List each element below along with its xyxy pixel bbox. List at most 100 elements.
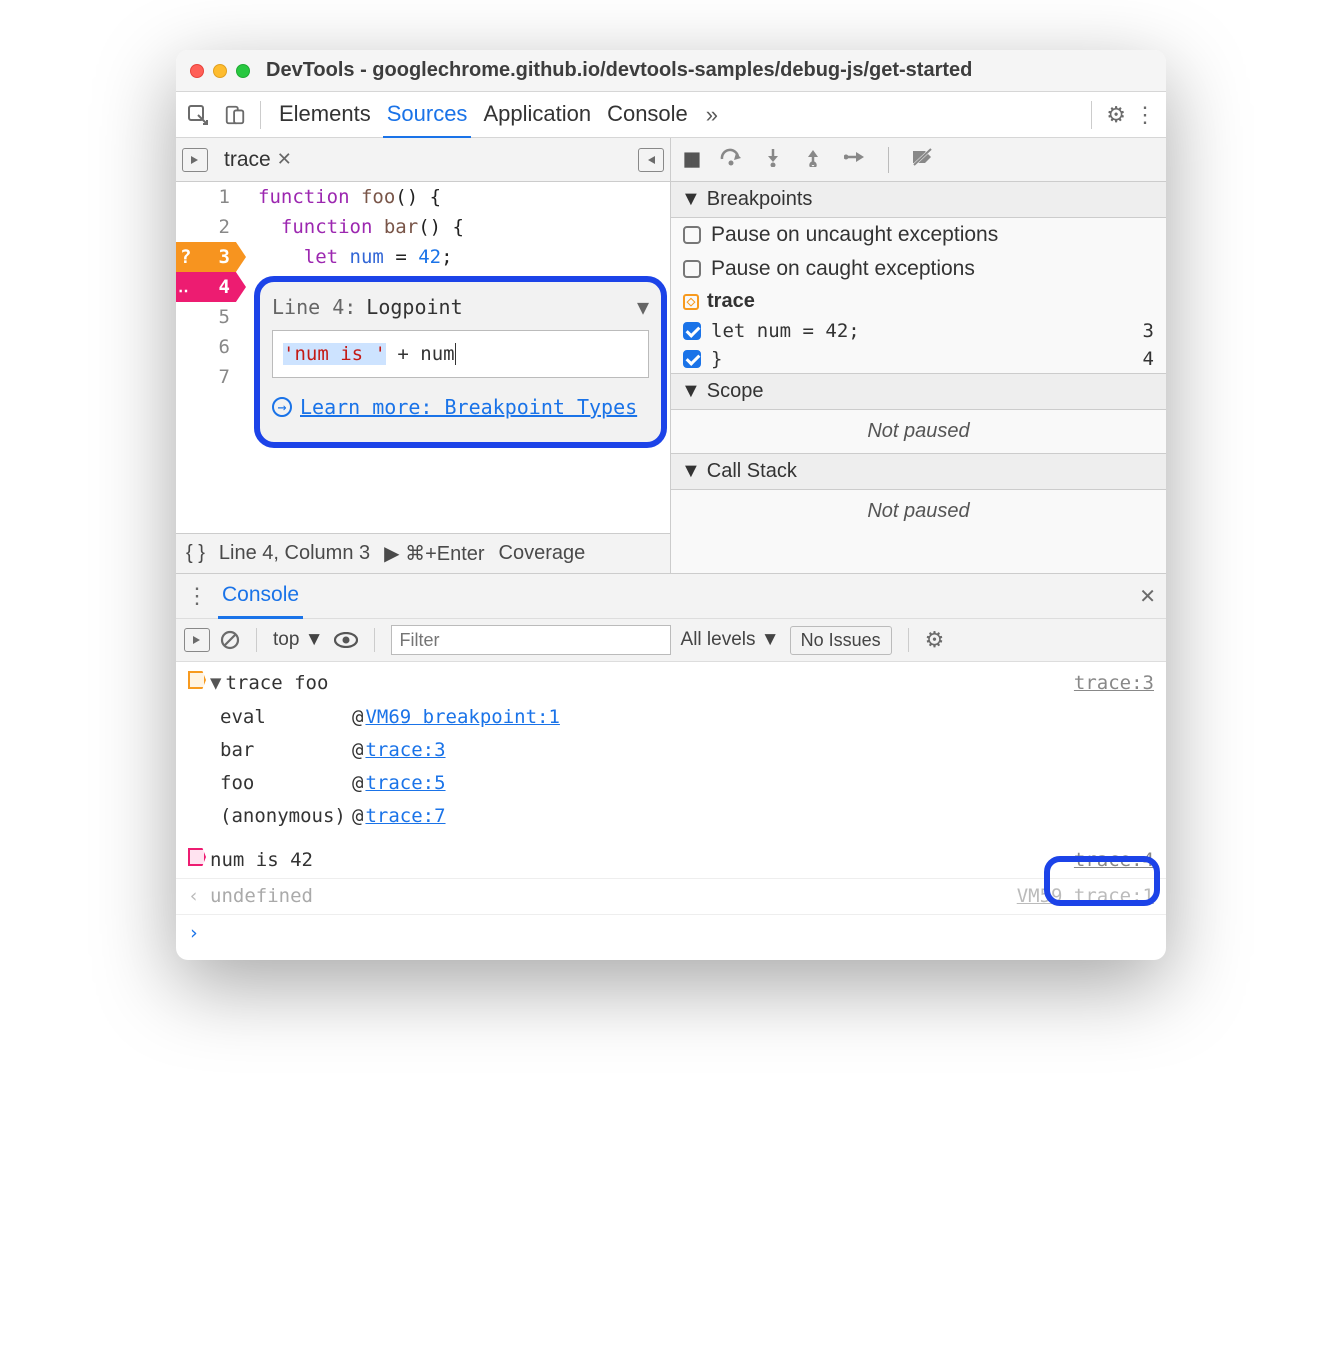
inspect-icon[interactable] <box>186 103 210 127</box>
stack-frame-row[interactable]: bar@ trace:3 <box>176 734 1166 767</box>
main-toolbar: Elements Sources Application Console » ⚙… <box>176 92 1166 138</box>
console-drawer: ⋮ Console ✕ top ▼ All levels ▼ No Issues… <box>176 573 1166 960</box>
sources-footer: { } Line 4, Column 3 ▶ ⌘+Enter Coverage <box>176 533 670 573</box>
logpoint-badge-icon <box>188 848 206 866</box>
sources-tab-bar: trace ✕ <box>176 138 670 182</box>
device-toggle-icon[interactable] <box>224 104 246 126</box>
stack-frame-link[interactable]: trace:5 <box>365 767 445 800</box>
code-line[interactable]: function foo() { <box>258 182 670 212</box>
breakpoint-line-row[interactable]: let num = 42;3 <box>671 317 1166 345</box>
gutter-line[interactable]: 6 <box>176 332 246 362</box>
step-out-icon[interactable] <box>804 147 822 173</box>
traffic-lights <box>190 64 250 78</box>
log-source-link[interactable]: trace:4 <box>1074 844 1154 877</box>
step-over-icon[interactable] <box>720 147 742 173</box>
scope-not-paused: Not paused <box>671 410 1166 453</box>
console-trace-row[interactable]: ▼ trace foo trace:3 <box>176 666 1166 701</box>
console-sidebar-toggle-icon[interactable] <box>184 628 210 652</box>
open-file-tab[interactable]: trace ✕ <box>218 148 298 172</box>
window-title: DevTools - googlechrome.github.io/devtoo… <box>266 59 972 82</box>
gutter-line[interactable]: 7 <box>176 362 246 392</box>
run-snippet[interactable]: ▶ ⌘+Enter <box>384 541 484 566</box>
stack-frame-link[interactable]: trace:3 <box>365 734 445 767</box>
logpoint-expression-input[interactable]: 'num is ' + num <box>272 330 649 378</box>
gutter-line[interactable]: 5 <box>176 302 246 332</box>
console-toolbar: top ▼ All levels ▼ No Issues ⚙ <box>176 618 1166 662</box>
pause-uncaught-checkbox[interactable]: Pause on uncaught exceptions <box>671 218 1166 252</box>
code-line[interactable]: let num = 42; <box>258 242 670 272</box>
scope-section-header[interactable]: ▼ Scope <box>671 373 1166 410</box>
console-settings-icon[interactable]: ⚙ <box>925 627 945 653</box>
live-expression-icon[interactable] <box>334 632 358 648</box>
coverage-button[interactable]: Coverage <box>499 542 586 565</box>
context-selector[interactable]: top ▼ <box>273 629 324 651</box>
console-log-row[interactable]: num is 42 trace:4 <box>176 843 1166 878</box>
breakpoint-line-row[interactable]: }4 <box>671 345 1166 373</box>
drawer-menu-icon[interactable]: ⋮ <box>186 583 208 609</box>
drawer-tab-console[interactable]: Console <box>218 573 303 619</box>
undefined-source-link[interactable]: VM59 trace:1 <box>1017 880 1154 913</box>
gutter-line[interactable]: 2 <box>176 212 246 242</box>
stack-frame-row[interactable]: eval@ VM69 breakpoint:1 <box>176 701 1166 734</box>
code-editor[interactable]: 1234567 function foo() { function bar() … <box>176 182 670 533</box>
settings-icon[interactable]: ⚙ <box>1106 102 1126 128</box>
stack-frame-row[interactable]: foo@ trace:5 <box>176 767 1166 800</box>
close-window-icon[interactable] <box>190 64 204 78</box>
sources-pane: trace ✕ 1234567 function foo() { functio… <box>176 138 671 573</box>
gutter-line[interactable]: 1 <box>176 182 246 212</box>
gutter-line[interactable]: 3 <box>176 242 246 272</box>
trace-badge-icon <box>188 671 206 689</box>
learn-more-link[interactable]: Learn more: Breakpoint Types <box>300 392 637 422</box>
panels-split: trace ✕ 1234567 function foo() { functio… <box>176 138 1166 573</box>
minimize-window-icon[interactable] <box>213 64 227 78</box>
tab-sources[interactable]: Sources <box>383 91 472 139</box>
callstack-section-header[interactable]: ▼ Call Stack <box>671 453 1166 490</box>
close-file-icon[interactable]: ✕ <box>277 149 292 170</box>
log-levels-dropdown[interactable]: All levels ▼ <box>681 629 780 651</box>
pause-caught-checkbox[interactable]: Pause on caught exceptions <box>671 252 1166 286</box>
more-tabs-icon[interactable]: » <box>700 102 718 128</box>
step-icon[interactable] <box>844 149 866 171</box>
learn-more-icon: → <box>272 397 292 417</box>
popover-line-label: Line 4: <box>272 292 356 322</box>
file-name: trace <box>224 148 271 172</box>
deactivate-breakpoints-icon[interactable] <box>911 147 933 173</box>
maximize-window-icon[interactable] <box>236 64 250 78</box>
breakpoint-file-row[interactable]: ◇ trace <box>671 286 1166 317</box>
devtools-window: DevTools - googlechrome.github.io/devtoo… <box>176 50 1166 960</box>
title-bar: DevTools - googlechrome.github.io/devtoo… <box>176 50 1166 92</box>
console-output: ▼ trace foo trace:3 eval@ VM69 breakpoin… <box>176 662 1166 960</box>
breakpoint-checkbox[interactable] <box>683 350 701 368</box>
console-undefined-row: ‹ undefined VM59 trace:1 <box>176 878 1166 914</box>
breakpoint-popover: Line 4: Logpoint ▼ 'num is ' + num → Lea… <box>254 276 667 448</box>
format-button[interactable]: { } <box>186 542 205 565</box>
pause-icon[interactable]: ▮▮ <box>683 148 698 171</box>
breakpoint-type-dropdown[interactable]: Logpoint <box>366 292 462 322</box>
debugger-toolbar: ▮▮ <box>671 138 1166 182</box>
callstack-not-paused: Not paused <box>671 490 1166 533</box>
debugger-toggle-icon[interactable] <box>638 148 664 172</box>
tab-elements[interactable]: Elements <box>275 91 375 139</box>
stack-frame-row[interactable]: (anonymous)@ trace:7 <box>176 800 1166 833</box>
drawer-tab-bar: ⋮ Console ✕ <box>176 574 1166 618</box>
kebab-menu-icon[interactable]: ⋮ <box>1134 102 1156 128</box>
console-prompt[interactable]: › <box>176 914 1166 952</box>
code-line[interactable]: function bar() { <box>258 212 670 242</box>
clear-console-icon[interactable] <box>220 630 240 650</box>
cursor-position: Line 4, Column 3 <box>219 542 370 565</box>
close-drawer-icon[interactable]: ✕ <box>1139 584 1156 609</box>
step-into-icon[interactable] <box>764 147 782 173</box>
js-file-icon: ◇ <box>683 294 699 310</box>
tab-application[interactable]: Application <box>479 91 595 139</box>
gutter-line[interactable]: 4 <box>176 272 246 302</box>
stack-frame-link[interactable]: VM69 breakpoint:1 <box>365 701 559 734</box>
issues-button[interactable]: No Issues <box>790 626 892 655</box>
stack-frame-link[interactable]: trace:7 <box>365 800 445 833</box>
console-filter-input[interactable] <box>391 625 671 655</box>
breakpoints-section-header[interactable]: ▼ Breakpoints <box>671 182 1166 218</box>
tab-console[interactable]: Console <box>603 91 692 139</box>
dropdown-arrow-icon[interactable]: ▼ <box>637 292 649 322</box>
trace-source-link[interactable]: trace:3 <box>1074 667 1154 700</box>
navigator-toggle-icon[interactable] <box>182 148 208 172</box>
breakpoint-checkbox[interactable] <box>683 322 701 340</box>
